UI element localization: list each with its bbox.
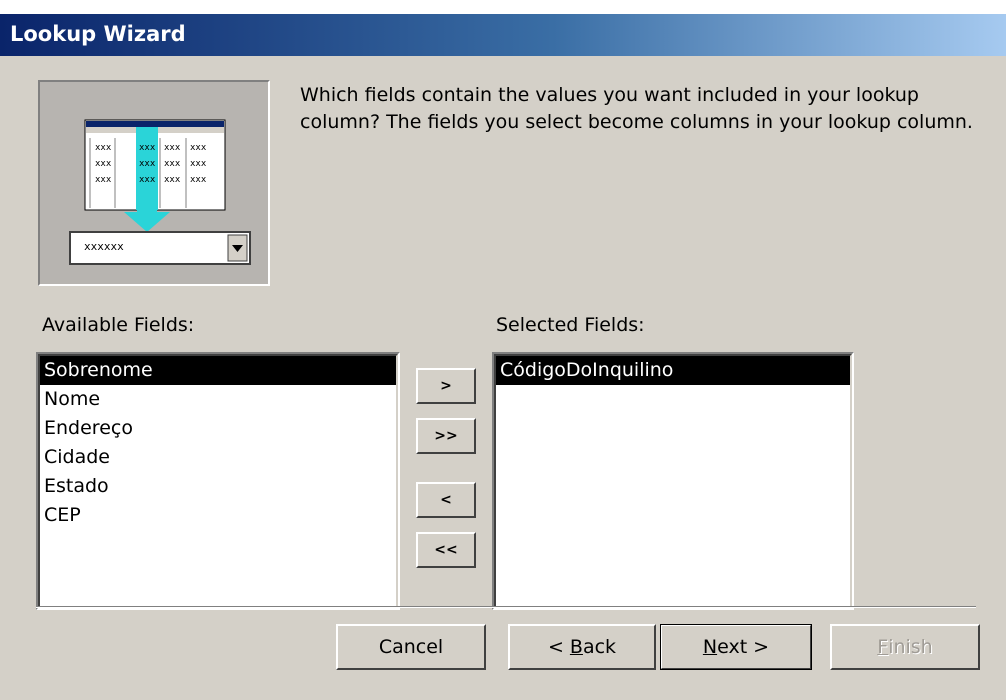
remove-all-fields-button[interactable]: << (416, 532, 476, 568)
selected-fields-list[interactable]: CódigoDoInquilino (492, 352, 854, 610)
svg-text:xxx: xxx (139, 143, 156, 153)
add-all-fields-button[interactable]: >> (416, 418, 476, 454)
back-button[interactable]: < Back (508, 624, 656, 670)
available-fields-label: Available Fields: (42, 314, 195, 336)
svg-text:xxx: xxx (190, 143, 207, 153)
back-button-accelerator: B (569, 636, 583, 658)
back-button-prefix: < (547, 636, 570, 658)
title-bar[interactable]: Lookup Wizard (0, 14, 1006, 56)
illustration-combo-text: xxxxxx (84, 240, 124, 253)
svg-text:xxx: xxx (190, 175, 207, 185)
wizard-illustration: xxx xxx xxx xxx xxx xxx xxx xxx xxx xxx xxx xxx x… (38, 80, 270, 286)
lookup-table-illustration-icon: xxx xxx xxx xxx xxx xxx xxx xxx xxx xxx xxx xxx (69, 119, 251, 265)
footer-separator (36, 606, 976, 608)
next-button-accelerator: N (702, 636, 718, 658)
finish-button[interactable]: Finish (830, 624, 980, 670)
finish-button-accelerator: F (877, 636, 889, 658)
available-field-item[interactable]: Nome (40, 385, 396, 414)
svg-text:xxx: xxx (164, 159, 181, 169)
window-title: Lookup Wizard (10, 22, 186, 46)
selected-fields-label: Selected Fields: (496, 314, 645, 336)
available-field-item[interactable]: Cidade (40, 443, 396, 472)
svg-text:xxx: xxx (190, 159, 207, 169)
svg-text:xxx: xxx (95, 159, 112, 169)
svg-text:xxx: xxx (95, 143, 112, 153)
available-fields-list[interactable]: Sobrenome Nome Endereço Cidade Estado CE… (36, 352, 400, 610)
next-button[interactable]: Next > (660, 624, 812, 670)
svg-text:xxx: xxx (164, 143, 181, 153)
svg-text:xxx: xxx (95, 175, 112, 185)
next-button-rest: ext > (717, 636, 770, 658)
lookup-wizard-window: Lookup Wizard xxx xxx xxx xxx xxx xxx xxx xxx … (0, 14, 1006, 700)
finish-button-rest: inish (888, 636, 933, 658)
instructions-text: Which fields contain the values you want… (300, 84, 973, 133)
available-field-item[interactable]: Sobrenome (40, 356, 396, 385)
available-field-item[interactable]: CEP (40, 501, 396, 530)
back-button-rest: ack (582, 636, 617, 658)
available-field-item[interactable]: Endereço (40, 414, 396, 443)
remove-field-button[interactable]: < (416, 482, 476, 518)
add-field-button[interactable]: > (416, 368, 476, 404)
available-field-item[interactable]: Estado (40, 472, 396, 501)
svg-text:xxx: xxx (139, 175, 156, 185)
svg-text:xxx: xxx (164, 175, 181, 185)
cancel-button[interactable]: Cancel (336, 624, 486, 670)
svg-text:xxx: xxx (139, 159, 156, 169)
selected-field-item[interactable]: CódigoDoInquilino (496, 356, 850, 385)
